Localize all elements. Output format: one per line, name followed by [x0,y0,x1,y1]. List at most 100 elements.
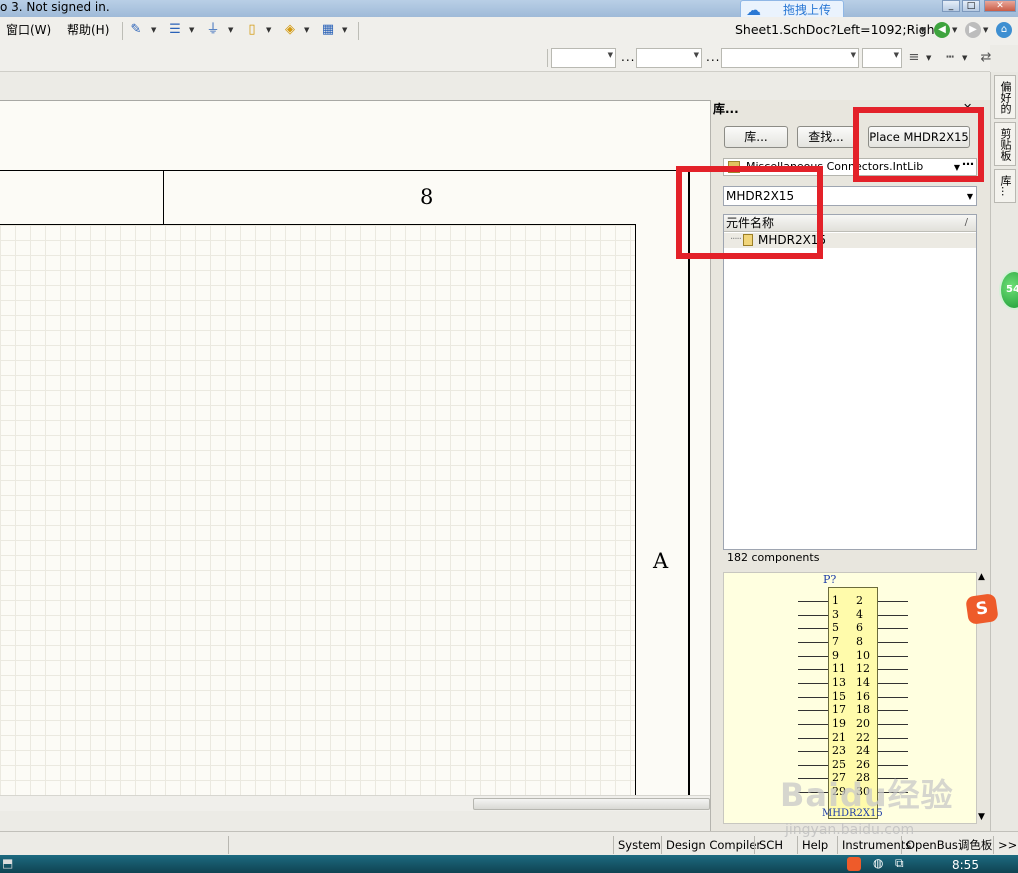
scroll-up-icon[interactable]: ▲ [978,572,985,582]
pin-number: 1 [832,594,839,607]
pin-number: 14 [856,676,870,689]
panel-help[interactable]: Help [797,836,832,854]
schematic-grid[interactable] [0,225,636,795]
preview-designator: P? [823,573,837,586]
back-icon[interactable]: ◀ [934,22,950,38]
side-panel-tabs: 偏好的 剪贴板 库... [990,72,1018,832]
panel-design-compiler[interactable]: Design Compiler [661,836,765,854]
panel-more[interactable]: >> [993,836,1018,854]
toolbar-separator [358,22,359,40]
tray-ime-icon[interactable] [847,857,861,871]
chevron-down-icon[interactable]: ▼ [952,22,957,38]
ground-icon[interactable]: ⏚ [205,22,221,38]
taskbar: ⬒ ◍ ⧉ 8:55 [0,855,1018,873]
more-icon[interactable]: ... [621,50,635,64]
more-icon[interactable]: ... [706,50,720,64]
pin-line [878,615,908,616]
chevron-down-icon[interactable]: ▼ [304,22,309,38]
ime-icon[interactable]: S [965,593,999,625]
chevron-down-icon[interactable]: ▼ [926,50,931,66]
chevron-down-icon[interactable]: ▼ [962,50,967,66]
taskbar-app-icon[interactable]: ⬒ [2,856,13,870]
watermark-url: jingyan.baidu.com [785,822,915,838]
pin-line [878,628,908,629]
pin-line [878,601,908,602]
pin-number: 9 [832,649,839,662]
menu-help[interactable]: 帮助(H) [67,23,109,37]
title-bar: o 3. Not signed in. ☁ 拖拽上传 _ □ ✕ [0,0,1018,20]
zone-row-label: A [653,549,669,573]
size-combo[interactable]: ▼ [636,48,702,68]
upload-label: 拖拽上传 [783,3,832,17]
width-combo[interactable]: ▼ [862,48,902,68]
address-field[interactable]: Sheet1.SchDoc?Left=1092;Right [735,22,940,38]
font-combo[interactable]: ▼ [551,48,616,68]
chevron-down-icon[interactable]: ▼ [189,22,194,38]
pin-line [798,628,828,629]
sheet-symbol-icon[interactable]: ◈ [282,22,298,38]
pin-line [878,738,908,739]
grid-icon[interactable]: ▦ [320,22,336,38]
toolbar-separator [547,49,548,67]
menu-toolbar: 窗口(W) 帮助(H) ✎ ▼ ☰ ▼ ⏚ ▼ ▯ ▼ ◈ ▼ ▦ ▼ Shee… [0,17,1018,45]
chevron-down-icon: ▼ [893,51,899,59]
chevron-down-icon[interactable]: ▼ [920,22,925,38]
chevron-down-icon[interactable]: ▼ [342,22,347,38]
panel-openbus[interactable]: OpenBus调色板 [901,836,996,854]
tab-libraries[interactable]: 库... [994,169,1016,203]
home-icon[interactable]: ⌂ [996,22,1012,38]
chevron-down-icon: ▼ [850,51,856,59]
pin-line [798,642,828,643]
horizontal-scrollbar[interactable] [0,795,710,811]
chevron-down-icon[interactable]: ▼ [151,22,156,38]
pin-number: 3 [832,608,839,621]
chevron-down-icon[interactable]: ▼ [266,22,271,38]
border-line-right [688,170,690,795]
pin-number: 2 [856,594,863,607]
libraries-button[interactable]: 库... [724,126,788,148]
pin-line [878,697,908,698]
tray-network-icon[interactable]: ◍ [873,856,883,870]
tab-clipboard[interactable]: 剪贴板 [994,122,1016,166]
document-tab-row [0,72,990,100]
chevron-down-icon[interactable]: ▼ [228,22,233,38]
pin-line [878,669,908,670]
schematic-canvas[interactable]: 8 A [0,100,710,795]
zone-divider [163,170,164,225]
pin-number: 8 [856,635,863,648]
pin-number: 19 [832,717,846,730]
close-button[interactable]: ✕ [984,0,1016,12]
wire-tool-icon[interactable]: ✎ [128,22,144,38]
tab-favorites[interactable]: 偏好的 [994,75,1016,119]
maximize-button[interactable]: □ [962,0,980,12]
part-icon[interactable]: ▯ [244,22,260,38]
inner-border-right [635,224,636,795]
menu-window[interactable]: 窗口(W) [6,23,51,37]
panel-system[interactable]: System [613,836,665,854]
component-list[interactable]: 元件名称 / ····· MHDR2X15 [723,214,977,550]
line-style-icon[interactable]: ≡ [906,50,922,66]
sort-icon[interactable]: / [965,215,968,231]
panel-title: 库... [713,102,739,116]
search-button[interactable]: 查找... [797,126,855,148]
pin-number: 15 [832,690,846,703]
style-combo[interactable]: ▼ [721,48,859,68]
arrange-icon[interactable]: ⇄ [978,50,994,66]
cloud-icon: ☁ [746,1,761,19]
minimize-button[interactable]: _ [942,0,960,12]
chevron-down-icon[interactable]: ▼ [983,22,988,38]
pin-number: 10 [856,649,870,662]
tray-window-icon[interactable]: ⧉ [895,856,904,871]
pin-line [798,601,828,602]
align-tool-icon[interactable]: ☰ [167,22,183,38]
scroll-down-icon[interactable]: ▼ [978,812,985,822]
panel-sch[interactable]: SCH [754,836,787,854]
chevron-down-icon[interactable]: ▼ [967,188,973,206]
forward-icon[interactable]: ▶ [965,22,981,38]
pin-line [798,615,828,616]
pin-number: 5 [832,621,839,634]
inner-border-top [0,224,636,225]
pin-number: 17 [832,703,846,716]
scrollbar-thumb[interactable] [473,798,710,810]
dash-style-icon[interactable]: ┅ [942,50,958,66]
